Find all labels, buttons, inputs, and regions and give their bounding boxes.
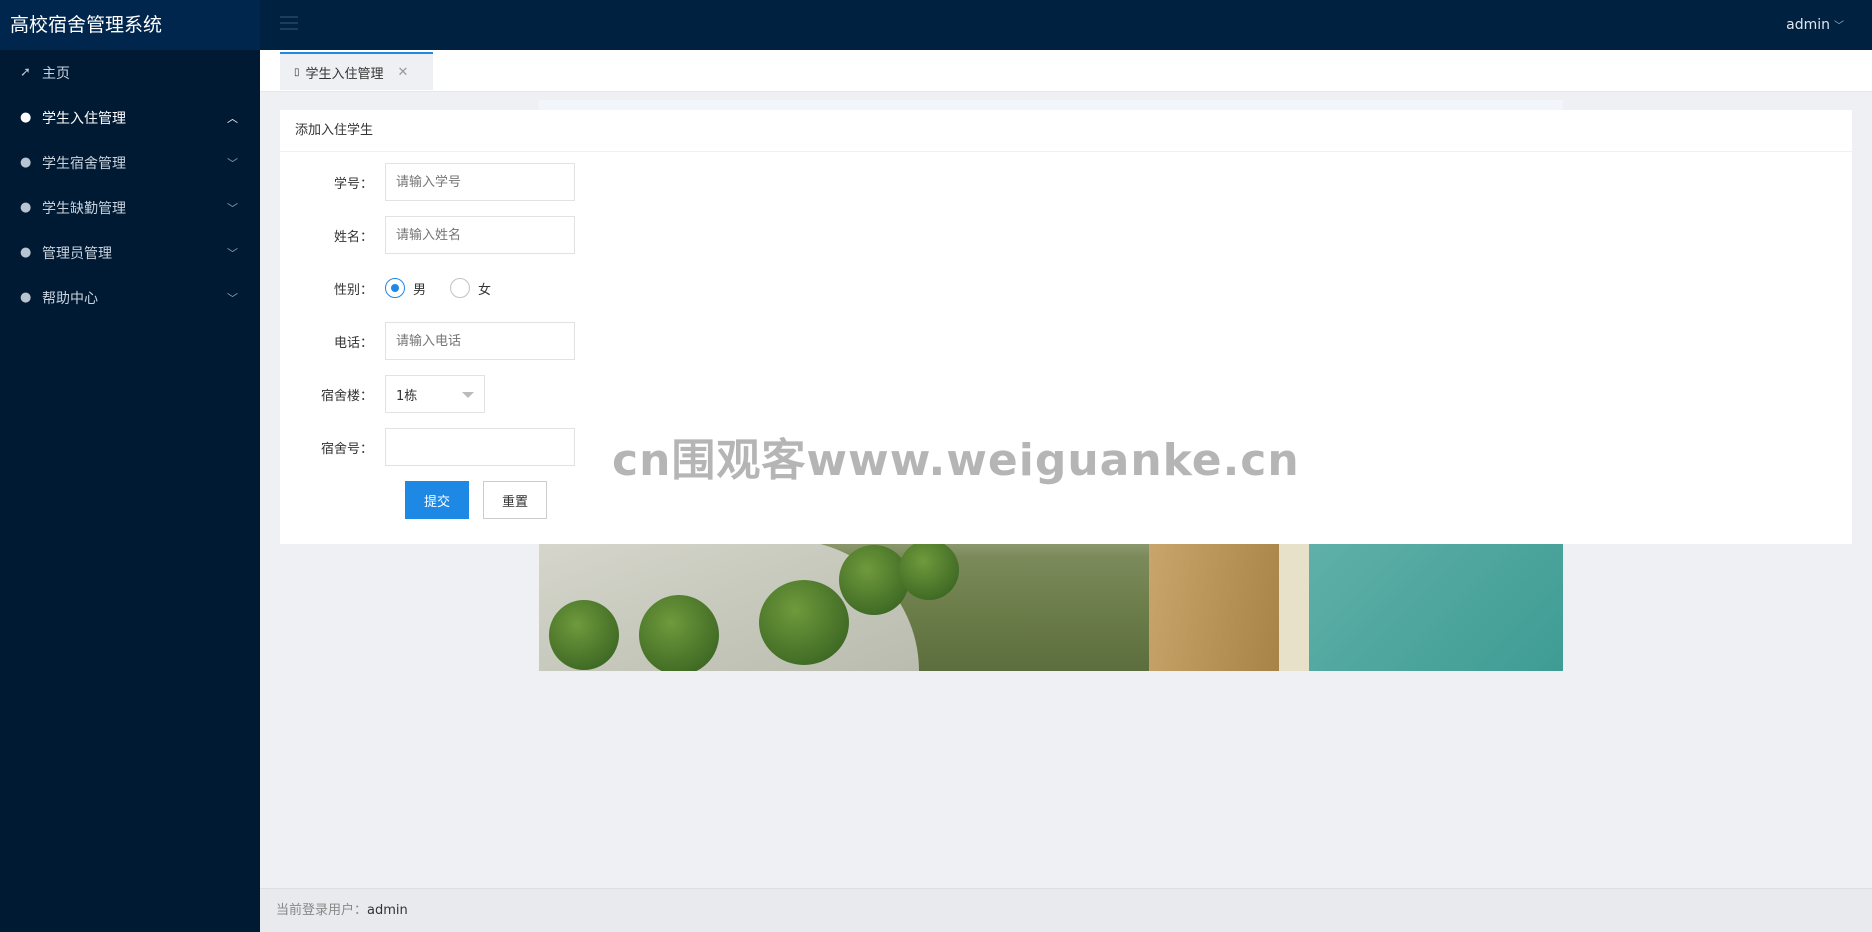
student-id-label: 学号： xyxy=(333,176,373,192)
photo-sand xyxy=(1149,540,1279,671)
sidebar-item-label: 主页 xyxy=(42,65,70,82)
sidebar-item-label: 学生缺勤管理 xyxy=(42,200,126,217)
gender-male-radio[interactable]: 男 xyxy=(385,278,426,298)
sidebar-item-student-absence[interactable]: ● 学生缺勤管理 ﹀ xyxy=(0,185,260,230)
chevron-down-icon: ﹀ xyxy=(227,246,238,260)
chevron-down-icon: ﹀ xyxy=(227,156,238,170)
user-icon: ● xyxy=(20,155,32,170)
top-header: admin ﹀ xyxy=(260,0,1872,50)
footer: 当前登录用户：admin xyxy=(260,888,1872,932)
form-actions: 提交 重置 xyxy=(405,481,561,519)
sidebar-item-admin[interactable]: ● 管理员管理 ﹀ xyxy=(0,230,260,275)
gender-row: 性别： 男 女 xyxy=(280,269,515,307)
tab-bar: ▯ 学生入住管理 ✕ xyxy=(260,50,1872,92)
sidebar-item-label: 学生宿舍管理 xyxy=(42,155,126,172)
user-icon: ● xyxy=(20,290,32,305)
photo-tree xyxy=(639,595,719,671)
sidebar-menu: ➚ 主页 ● 学生入住管理 ︿ ● 学生宿舍管理 ﹀ ● 学生缺勤管理 ﹀ ● … xyxy=(0,50,260,320)
room-label: 宿舍号： xyxy=(320,441,373,457)
name-input[interactable] xyxy=(385,216,575,254)
gender-option-label: 男 xyxy=(413,282,427,298)
panel-title: 添加入住学生 xyxy=(280,110,1852,152)
sidebar-item-label: 帮助中心 xyxy=(42,290,98,307)
close-icon[interactable]: ✕ xyxy=(398,65,409,80)
phone-label: 电话： xyxy=(333,335,373,351)
sidebar: 高校宿舍管理系统 ➚ 主页 ● 学生入住管理 ︿ ● 学生宿舍管理 ﹀ ● 学生… xyxy=(0,0,260,932)
tab-student-checkin[interactable]: ▯ 学生入住管理 ✕ xyxy=(280,52,433,90)
dropdown-arrow-icon xyxy=(462,392,474,398)
photo-tree xyxy=(899,540,959,600)
submit-button[interactable]: 提交 xyxy=(405,481,470,519)
user-menu[interactable]: admin ﹀ xyxy=(1786,0,1844,52)
footer-prefix: 当前登录用户： xyxy=(276,903,368,918)
building-row: 宿舍楼： 1栋 xyxy=(280,375,485,413)
photo-tree xyxy=(839,545,909,615)
phone-row: 电话： xyxy=(280,322,575,360)
student-id-row: 学号： xyxy=(280,163,575,201)
student-id-input[interactable] xyxy=(385,163,575,201)
room-row: 宿舍号： xyxy=(280,428,575,466)
sidebar-item-help[interactable]: ● 帮助中心 ﹀ xyxy=(0,275,260,320)
room-input[interactable] xyxy=(385,428,575,466)
gender-label: 性别： xyxy=(333,282,373,298)
photo-water xyxy=(1309,540,1563,671)
user-icon: ● xyxy=(20,200,32,215)
username: admin xyxy=(1786,17,1830,33)
photo-tree xyxy=(549,600,619,670)
reset-button[interactable]: 重置 xyxy=(483,481,548,519)
watermark-text: cn围观客www.weiguanke.cn xyxy=(612,435,1300,486)
sidebar-item-student-dorm[interactable]: ● 学生宿舍管理 ﹀ xyxy=(0,140,260,185)
app-title: 高校宿舍管理系统 xyxy=(0,0,260,50)
user-icon: ● xyxy=(20,245,32,260)
photo-tree xyxy=(759,580,849,665)
phone-input[interactable] xyxy=(385,322,575,360)
building-select[interactable]: 1栋 xyxy=(385,375,485,413)
paper-plane-icon: ➚ xyxy=(20,65,31,80)
gender-female-radio[interactable]: 女 xyxy=(450,278,491,298)
user-icon: ● xyxy=(20,110,32,125)
radio-unchecked-icon xyxy=(450,278,471,298)
sidebar-item-label: 学生入住管理 xyxy=(42,110,126,127)
page-icon: ▯ xyxy=(294,66,300,78)
chevron-up-icon: ︿ xyxy=(227,111,238,125)
chevron-down-icon: ﹀ xyxy=(227,201,238,215)
name-label: 姓名： xyxy=(333,229,373,245)
sidebar-item-label: 管理员管理 xyxy=(42,245,112,262)
radio-checked-icon xyxy=(385,278,405,298)
menu-toggle-icon[interactable] xyxy=(280,16,298,32)
tab-label: 学生入住管理 xyxy=(305,66,384,82)
chevron-down-icon: ﹀ xyxy=(227,291,238,305)
chevron-down-icon: ﹀ xyxy=(1834,21,1844,32)
name-row: 姓名： xyxy=(280,216,575,254)
footer-username: admin xyxy=(367,903,408,918)
building-selected-value: 1栋 xyxy=(396,388,418,404)
gender-option-label: 女 xyxy=(478,282,492,298)
sidebar-item-home[interactable]: ➚ 主页 xyxy=(0,50,260,95)
sidebar-item-student-checkin[interactable]: ● 学生入住管理 ︿ xyxy=(0,95,260,140)
building-label: 宿舍楼： xyxy=(320,388,373,404)
